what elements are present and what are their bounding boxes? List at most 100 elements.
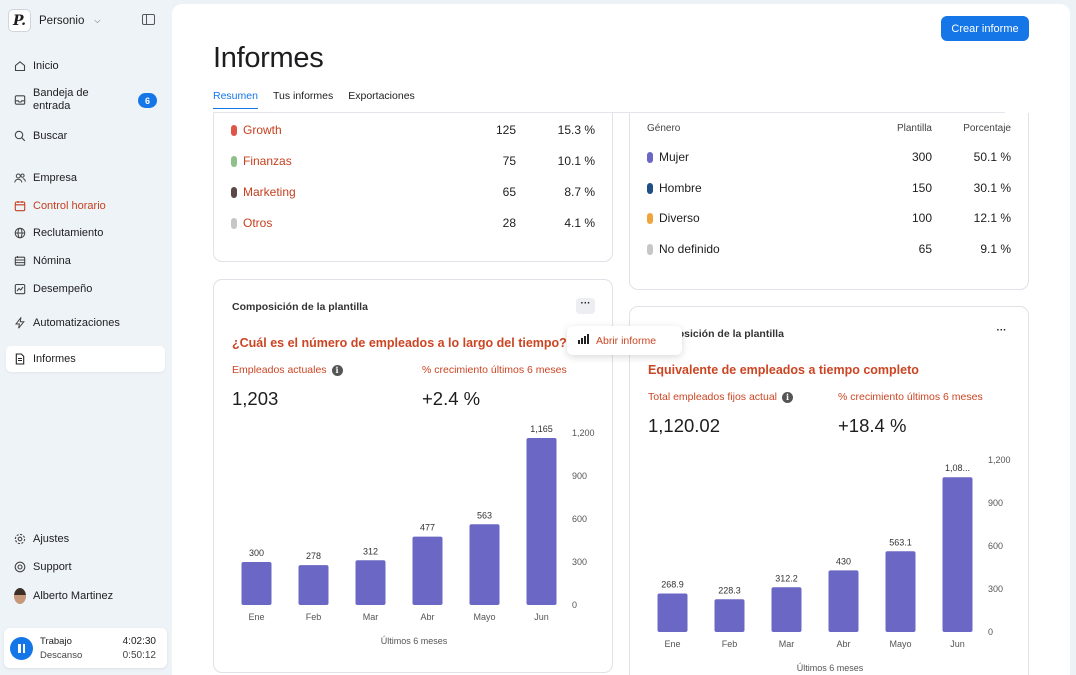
create-report-button[interactable]: Crear informe: [941, 16, 1029, 41]
sidebar-item-label: Informes: [33, 353, 76, 365]
legend-swatch: [231, 186, 237, 198]
sidebar-item-informes[interactable]: Informes: [6, 346, 165, 372]
sidebar-item-inicio[interactable]: Inicio: [6, 53, 165, 79]
gender-pct: 30.1 %: [973, 181, 1011, 195]
metric-label: Total empleados fijos actual i: [648, 391, 793, 403]
bar[interactable]: [469, 524, 500, 605]
metric-value: 1,203: [232, 388, 279, 409]
sidebar-item-buscar[interactable]: Buscar: [6, 123, 165, 149]
open-report-menu-item[interactable]: Abrir informe: [567, 326, 682, 355]
sidebar-item-reclutamiento[interactable]: Reclutamiento: [6, 220, 165, 246]
x-tick-label: Jun: [950, 639, 965, 649]
bar-value-label: 268.9: [661, 579, 684, 589]
inbox-count-badge: 6: [138, 93, 157, 108]
bar[interactable]: [714, 599, 745, 632]
sidebar-toggle-icon[interactable]: [142, 14, 155, 25]
team-name: Growth: [243, 123, 282, 137]
bar-value-label: 1,165: [530, 424, 553, 434]
bar[interactable]: [526, 438, 557, 605]
tab-divider: [213, 112, 1005, 113]
team-distribution-card: Growth 125 15.3 % Finanzas 75 10.1 % Mar…: [213, 113, 613, 262]
table-row[interactable]: Hombre 150 30.1 %: [647, 178, 1011, 198]
y-tick-label: 300: [572, 557, 587, 567]
sidebar-item-automatizaciones[interactable]: Automatizaciones: [6, 310, 165, 336]
bar[interactable]: [241, 562, 272, 605]
bar[interactable]: [412, 536, 443, 605]
legend-swatch: [231, 217, 237, 229]
y-tick-label: 300: [988, 584, 1003, 594]
tab-tus-informes[interactable]: Tus informes: [273, 90, 333, 109]
y-tick-label: 900: [572, 471, 587, 481]
y-tick-label: 600: [572, 514, 587, 524]
company-name: Personio: [39, 14, 85, 27]
metric-label: Empleados actuales i: [232, 364, 343, 376]
team-count: 125: [495, 123, 516, 137]
more-options-icon[interactable]: ···: [992, 325, 1011, 341]
sidebar-item-ajustes[interactable]: Ajustes: [6, 526, 165, 552]
bar-value-label: 312.2: [775, 573, 798, 583]
x-tick-label: Mar: [363, 612, 379, 622]
x-tick-label: Abr: [420, 612, 434, 622]
x-tick-label: Ene: [248, 612, 264, 622]
table-row[interactable]: Mujer 300 50.1 %: [647, 147, 1011, 167]
bar-value-label: 228.3: [718, 585, 741, 595]
sidebar-item-label: Control horario: [33, 200, 106, 212]
break-time: 0:50:12: [122, 650, 156, 661]
table-row[interactable]: Finanzas 75 10.1 %: [231, 151, 595, 171]
sidebar-item-nomina[interactable]: Nómina: [6, 248, 165, 274]
bar-value-label: 563: [477, 510, 492, 520]
x-tick-label: Feb: [722, 639, 738, 649]
legend-swatch: [231, 155, 237, 167]
chart-xlabel: Últimos 6 meses: [796, 663, 864, 673]
fte-bar-chart: 0 300 600 900 1,200 268.9 Ene 228.3 Feb 312.2 Mar 4…: [657, 455, 1011, 649]
col-gender: Género: [647, 122, 681, 134]
x-tick-label: Feb: [306, 612, 322, 622]
table-row[interactable]: No definido 65 9.1 %: [647, 239, 1011, 259]
x-tick-label: Mayo: [889, 639, 911, 649]
bar[interactable]: [298, 565, 329, 605]
table-row[interactable]: Growth 125 15.3 %: [231, 120, 595, 140]
sidebar-item-label: Inicio: [33, 60, 59, 72]
tab-resumen[interactable]: Resumen: [213, 90, 258, 109]
gender-name: Mujer: [659, 150, 690, 164]
info-icon[interactable]: i: [331, 364, 343, 376]
gender-name: Diverso: [659, 211, 700, 225]
sidebar-item-control-horario[interactable]: Control horario: [6, 193, 165, 219]
bar[interactable]: [657, 593, 688, 632]
bar-value-label: 430: [836, 556, 851, 566]
headcount-bar-chart: 0 300 600 900 1,200 300 Ene 278 Feb 312 Mar 477 Abr 5…: [241, 424, 595, 622]
gender-name: No definido: [659, 242, 720, 256]
sidebar-item-empresa[interactable]: Empresa: [6, 165, 165, 191]
legend-swatch: [231, 124, 237, 136]
bar[interactable]: [355, 560, 386, 605]
bar[interactable]: [828, 570, 859, 632]
y-tick-label: 900: [988, 498, 1003, 508]
bar-value-label: 278: [306, 551, 321, 561]
more-options-icon[interactable]: ···: [576, 298, 595, 314]
search-icon: [14, 130, 26, 142]
bar-value-label: 300: [249, 548, 264, 558]
pause-icon[interactable]: [10, 637, 33, 660]
team-pct: 8.7 %: [564, 185, 595, 199]
chart-xlabel: Últimos 6 meses: [380, 636, 448, 646]
gender-distribution-card: Género Plantilla Porcentaje Mujer 300 50…: [629, 113, 1029, 290]
info-icon[interactable]: i: [782, 391, 793, 403]
bar[interactable]: [942, 477, 973, 632]
col-headcount: Plantilla: [896, 122, 932, 134]
gender-count: 100: [911, 211, 932, 225]
bar[interactable]: [771, 587, 802, 632]
x-tick-label: Ene: [664, 639, 680, 649]
table-row[interactable]: Diverso 100 12.1 %: [647, 208, 1011, 228]
gender-pct: 50.1 %: [973, 150, 1011, 164]
bar[interactable]: [885, 551, 916, 632]
legend-swatch: [647, 151, 653, 163]
table-row[interactable]: Marketing 65 8.7 %: [231, 182, 595, 202]
legend-swatch: [647, 212, 653, 224]
x-tick-label: Mayo: [473, 612, 495, 622]
sidebar-item-desempeno[interactable]: Desempeño: [6, 276, 165, 302]
table-row[interactable]: Otros 28 4.1 %: [231, 213, 595, 233]
tab-exportaciones[interactable]: Exportaciones: [348, 90, 415, 109]
sidebar-item-profile[interactable]: Alberto Martinez: [6, 583, 165, 609]
sidebar-item-support[interactable]: Support: [6, 554, 165, 580]
company-switcher[interactable]: P. Personio ⌵: [8, 9, 100, 32]
